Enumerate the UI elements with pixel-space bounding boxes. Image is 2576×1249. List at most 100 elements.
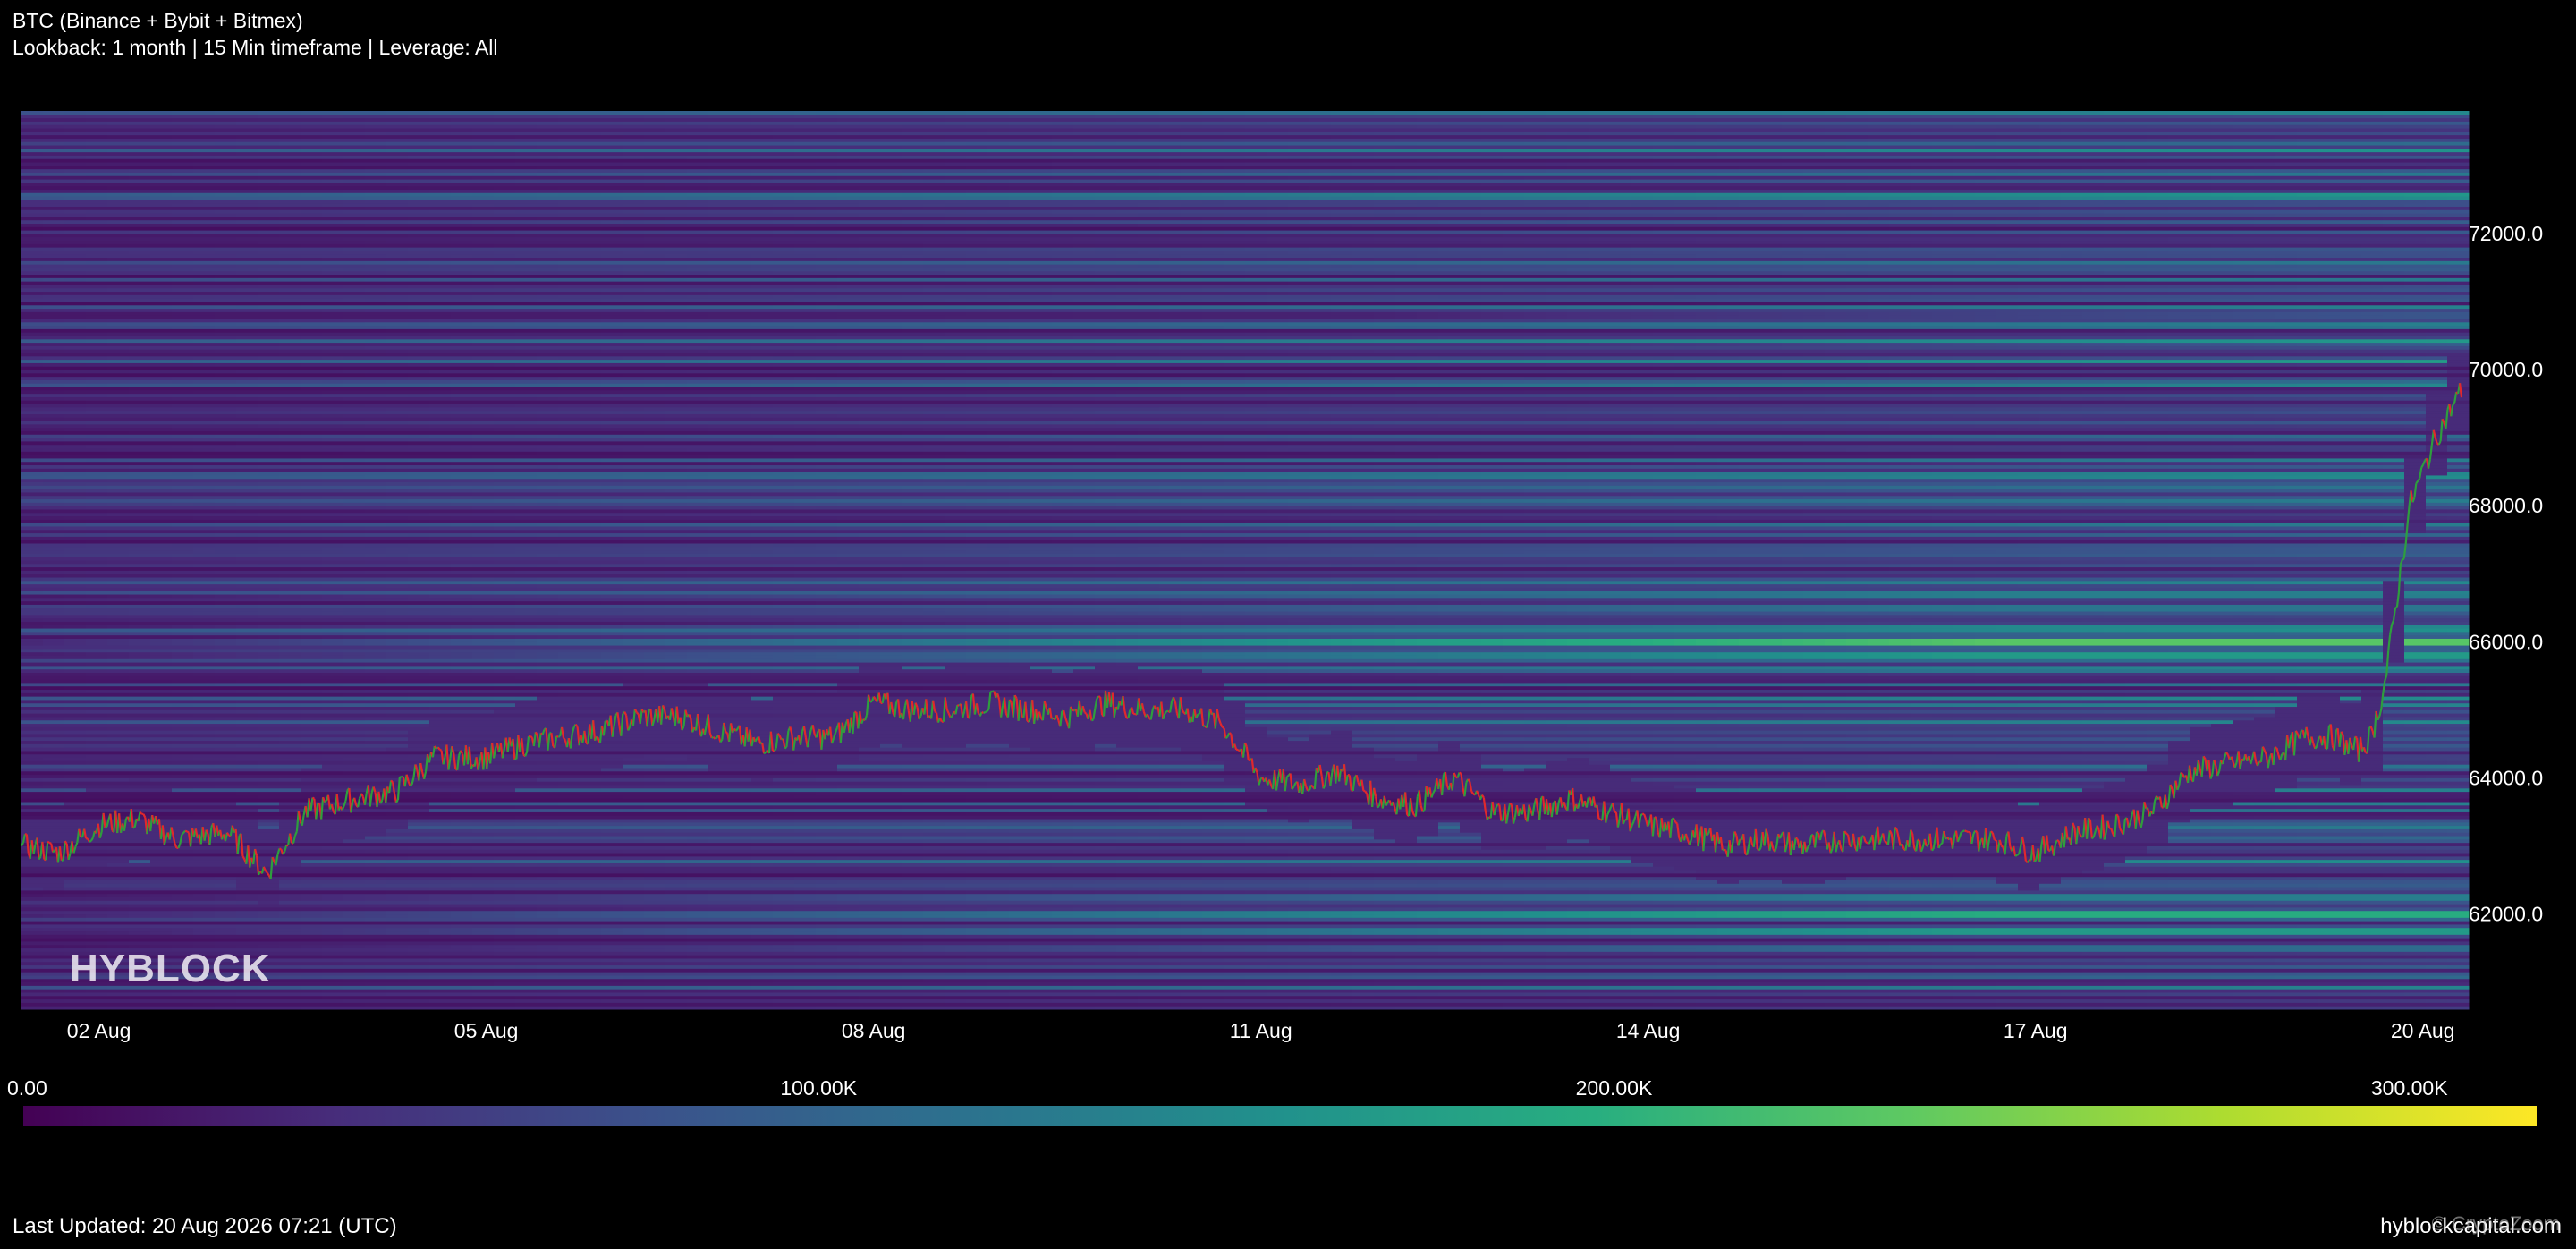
- heat-cell: [43, 883, 65, 887]
- heat-cell: [21, 717, 44, 720]
- heat-cell: [21, 302, 44, 305]
- heat-cell: [86, 547, 108, 550]
- heat-cell: [86, 175, 108, 179]
- heat-cell: [86, 396, 108, 400]
- heat-cell: [64, 794, 87, 798]
- heat-cell: [86, 260, 108, 264]
- heat-cell: [21, 141, 44, 145]
- heat-cell: [64, 737, 87, 741]
- heat-cell: [86, 516, 108, 520]
- heat-cell: [43, 587, 65, 591]
- heat-cell: [86, 862, 108, 866]
- heat-cell: [21, 887, 44, 890]
- heat-cell: [86, 924, 108, 928]
- heat-cell: [43, 251, 65, 254]
- heat-cell: [86, 877, 108, 880]
- heat-cell: [21, 574, 44, 577]
- heat-cell: [64, 206, 87, 209]
- heat-cell: [86, 485, 108, 489]
- heat-cell: [64, 292, 87, 295]
- heat-cell: [43, 638, 65, 641]
- heat-cell: [64, 489, 87, 492]
- heat-cell: [86, 911, 108, 914]
- heat-cell: [21, 598, 44, 601]
- heat-cell: [86, 417, 108, 421]
- heat-cell: [86, 224, 108, 227]
- heat-cell: [43, 424, 65, 428]
- heat-cell: [43, 758, 65, 761]
- heat-cell: [86, 641, 108, 645]
- heat-cell: [21, 264, 44, 268]
- heat-cell: [43, 900, 65, 904]
- heat-cell: [86, 277, 108, 281]
- heat-cell: [21, 972, 44, 975]
- heat-cell: [86, 713, 108, 717]
- heat-cell: [86, 213, 108, 217]
- heat-cell: [43, 328, 65, 332]
- heat-cell: [64, 754, 87, 758]
- heat-cell: [86, 938, 108, 941]
- heat-cell: [43, 135, 65, 139]
- heat-cell: [86, 509, 108, 513]
- heat-cell: [43, 730, 65, 734]
- heat-cell: [64, 703, 87, 707]
- heat-cell: [86, 737, 108, 741]
- heat-cell: [21, 734, 44, 737]
- heat-cell: [107, 931, 130, 935]
- heat-cell: [43, 305, 65, 309]
- heat-cell: [86, 523, 108, 526]
- heat-cell: [86, 118, 108, 122]
- heat-cell: [43, 658, 65, 662]
- heat-cell: [64, 641, 87, 645]
- heat-cell: [64, 904, 87, 907]
- heat-cell: [43, 564, 65, 567]
- heat-cell: [64, 305, 87, 309]
- heat-cell: [86, 638, 108, 641]
- heat-cell: [86, 645, 108, 649]
- heat-cell: [21, 530, 44, 533]
- heat-cell: [86, 519, 108, 523]
- heat-cell: [43, 686, 65, 690]
- heat-cell: [64, 941, 87, 945]
- heat-cell: [43, 754, 65, 758]
- heat-cell: [21, 962, 44, 965]
- heat-cell: [86, 145, 108, 149]
- heat-cell: [86, 662, 108, 666]
- heat-cell: [43, 717, 65, 720]
- heat-cell: [21, 900, 44, 904]
- heat-cell: [43, 298, 65, 302]
- heat-cell: [64, 502, 87, 506]
- heat-cell: [21, 965, 44, 969]
- heat-cell: [43, 465, 65, 469]
- heat-cell: [43, 649, 65, 652]
- heat-cell: [43, 230, 65, 234]
- heat-cell: [86, 798, 108, 802]
- heat-cell: [86, 692, 108, 696]
- heat-cell: [43, 635, 65, 639]
- heat-cell: [86, 183, 108, 186]
- heat-cell: [86, 683, 108, 686]
- heat-cell: [43, 390, 65, 394]
- heat-cell: [64, 574, 87, 577]
- heat-cell: [86, 305, 108, 309]
- heat-cell: [21, 536, 44, 540]
- heat-cell: [21, 557, 44, 560]
- heat-cell: [21, 669, 44, 673]
- heat-cell: [21, 475, 44, 479]
- heat-cell: [43, 570, 65, 574]
- heat-cell: [86, 421, 108, 424]
- heat-cell: [86, 407, 108, 411]
- heat-cell: [21, 540, 44, 543]
- heat-cell: [21, 652, 44, 656]
- heat-cell: [64, 445, 87, 448]
- heat-cell: [86, 707, 108, 710]
- heat-cell: [86, 690, 108, 693]
- heat-cell: [64, 700, 87, 703]
- heat-cell: [43, 673, 65, 676]
- heat-cell: [43, 196, 65, 200]
- heat-cell: [43, 904, 65, 907]
- heat-cell: [21, 428, 44, 431]
- heat-cell: [86, 996, 108, 999]
- heat-cell: [64, 598, 87, 601]
- heat-cell: [43, 509, 65, 513]
